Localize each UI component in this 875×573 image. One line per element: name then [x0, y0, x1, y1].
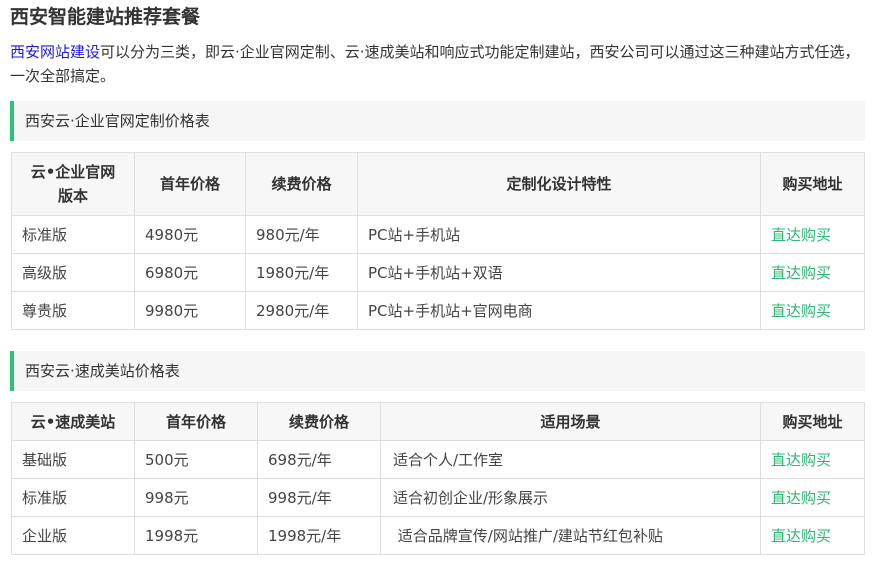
section-heading-enterprise: 西安云·企业官网定制价格表	[10, 101, 865, 141]
cell-version: 基础版	[11, 440, 135, 479]
cell-version: 尊贵版	[11, 291, 135, 330]
table-header-row: 云•速成美站 首年价格 续费价格 适用场景 购买地址	[11, 402, 865, 441]
cell-features: PC站+手机站+官网电商	[357, 291, 761, 330]
cell-first-year-price: 500元	[134, 440, 258, 479]
price-table-quick-site: 云•速成美站 首年价格 续费价格 适用场景 购买地址 基础版 500元 698元…	[11, 402, 865, 555]
table-row: 标准版 4980元 980元/年 PC站+手机站 直达购买	[11, 215, 865, 254]
intro-link[interactable]: 西安网站建设	[10, 43, 100, 61]
table-row: 标准版 998元 998元/年 适合初创企业/形象展示 直达购买	[11, 478, 865, 517]
cell-first-year-price: 4980元	[134, 215, 246, 254]
cell-features: PC站+手机站+双语	[357, 253, 761, 292]
cell-features: PC站+手机站	[357, 215, 761, 254]
column-header-renewal: 续费价格	[245, 152, 358, 216]
page: 西安智能建站推荐套餐 西安网站建设可以分为三类，即云·企业官网定制、云·速成美站…	[0, 0, 875, 573]
column-header-buy: 购买地址	[760, 152, 865, 216]
cell-renewal-price: 2980元/年	[245, 291, 358, 330]
cell-version: 标准版	[11, 215, 135, 254]
price-table-enterprise: 云•企业官网版本 首年价格 续费价格 定制化设计特性 购买地址 标准版 4980…	[11, 152, 865, 330]
cell-first-year-price: 6980元	[134, 253, 246, 292]
intro-paragraph: 西安网站建设可以分为三类，即云·企业官网定制、云·速成美站和响应式功能定制建站，…	[10, 40, 862, 88]
intro-text: 可以分为三类，即云·企业官网定制、云·速成美站和响应式功能定制建站，西安公司可以…	[10, 43, 860, 85]
cell-renewal-price: 698元/年	[257, 440, 381, 479]
table-row: 基础版 500元 698元/年 适合个人/工作室 直达购买	[11, 440, 865, 479]
table-row: 企业版 1998元 1998元/年 适合品牌宣传/网站推广/建站节红包补贴 直达…	[11, 516, 865, 555]
table-header-row: 云•企业官网版本 首年价格 续费价格 定制化设计特性 购买地址	[11, 152, 865, 216]
page-title: 西安智能建站推荐套餐	[10, 6, 201, 28]
section-heading-label: 西安云·速成美站价格表	[25, 362, 180, 380]
buy-link[interactable]: 直达购买	[760, 215, 865, 254]
cell-renewal-price: 998元/年	[257, 478, 381, 517]
buy-link[interactable]: 直达购买	[760, 440, 865, 479]
cell-first-year-price: 998元	[134, 478, 258, 517]
column-header-renewal: 续费价格	[257, 402, 381, 441]
cell-scenario: 适合品牌宣传/网站推广/建站节红包补贴	[380, 516, 761, 555]
cell-renewal-price: 1998元/年	[257, 516, 381, 555]
table-row: 高级版 6980元 1980元/年 PC站+手机站+双语 直达购买	[11, 253, 865, 292]
cell-scenario: 适合初创企业/形象展示	[380, 478, 761, 517]
buy-link[interactable]: 直达购买	[760, 291, 865, 330]
column-header-version: 云•企业官网版本	[11, 152, 135, 216]
column-header-version: 云•速成美站	[11, 402, 135, 441]
cell-renewal-price: 980元/年	[245, 215, 358, 254]
cell-first-year-price: 9980元	[134, 291, 246, 330]
cell-renewal-price: 1980元/年	[245, 253, 358, 292]
column-header-first-year: 首年价格	[134, 402, 258, 441]
cell-scenario: 适合个人/工作室	[380, 440, 761, 479]
column-header-first-year: 首年价格	[134, 152, 246, 216]
column-header-scenario: 适用场景	[380, 402, 761, 441]
buy-link[interactable]: 直达购买	[760, 478, 865, 517]
cell-version: 企业版	[11, 516, 135, 555]
cell-version: 高级版	[11, 253, 135, 292]
cell-version: 标准版	[11, 478, 135, 517]
buy-link[interactable]: 直达购买	[760, 516, 865, 555]
column-header-buy: 购买地址	[760, 402, 865, 441]
table-row: 尊贵版 9980元 2980元/年 PC站+手机站+官网电商 直达购买	[11, 291, 865, 330]
column-header-features: 定制化设计特性	[357, 152, 761, 216]
cell-first-year-price: 1998元	[134, 516, 258, 555]
buy-link[interactable]: 直达购买	[760, 253, 865, 292]
section-heading-quick-site: 西安云·速成美站价格表	[10, 351, 865, 391]
section-heading-label: 西安云·企业官网定制价格表	[25, 112, 210, 130]
